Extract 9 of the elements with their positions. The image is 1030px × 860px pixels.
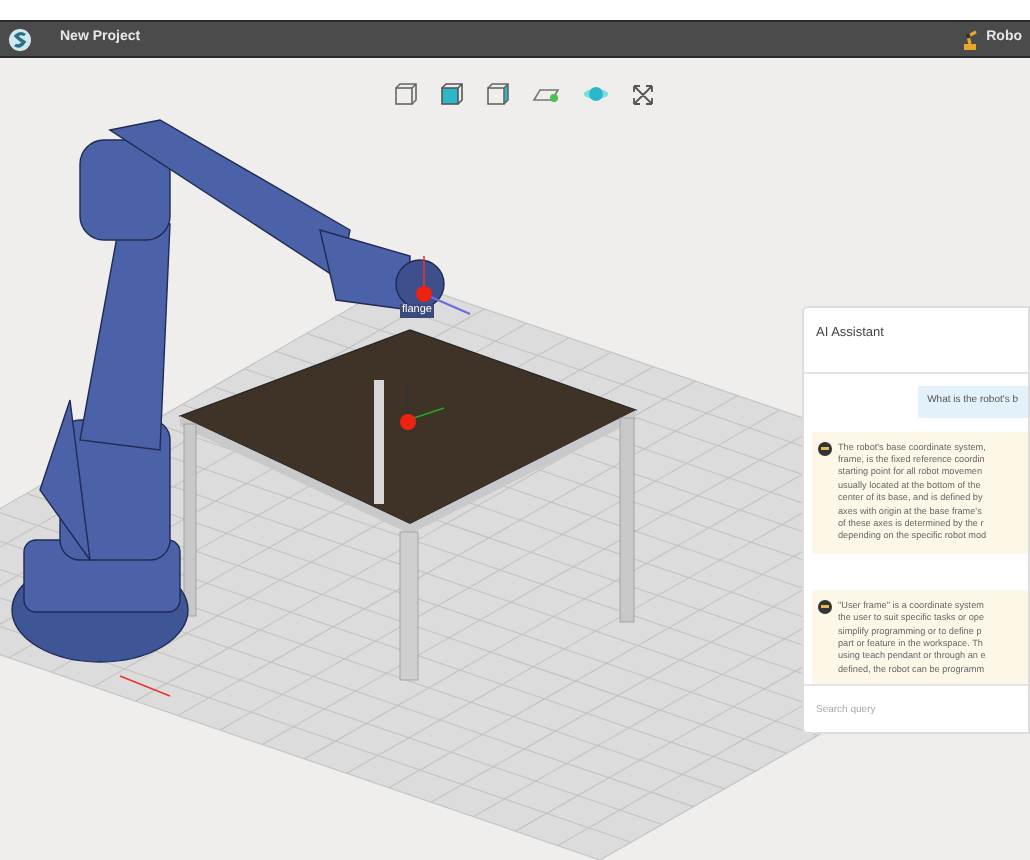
robot-arm-icon bbox=[960, 29, 981, 49]
bot-avatar-icon bbox=[818, 599, 832, 614]
cube-icon[interactable] bbox=[394, 82, 418, 106]
cube-icon[interactable] bbox=[440, 82, 464, 106]
plane-icon[interactable] bbox=[532, 84, 560, 104]
app-logo-icon bbox=[8, 27, 32, 51]
expand-icon[interactable] bbox=[632, 83, 654, 105]
cube-icon[interactable] bbox=[486, 82, 510, 106]
bot-avatar-icon bbox=[818, 441, 832, 455]
